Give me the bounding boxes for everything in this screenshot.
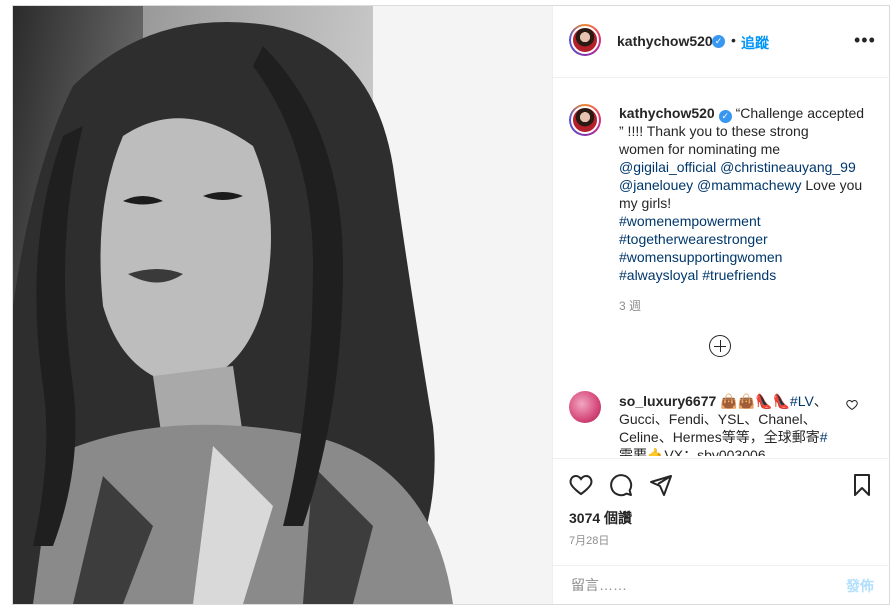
caption-avatar[interactable] bbox=[569, 104, 601, 136]
post-card: kathychow520 ✓ • 追蹤 ••• kathychow520 ✓ “C… bbox=[12, 5, 890, 605]
mention-links[interactable]: @gigilai_official @christineauyang_99 bbox=[619, 159, 856, 175]
caption-text: “Challenge accepted bbox=[731, 105, 865, 121]
caption-text: my girls! bbox=[619, 195, 672, 211]
more-icon[interactable]: ••• bbox=[854, 30, 876, 51]
comment: so_luxury6677 👜👜👠👠#LV、 Gucci、Fendi、YSL、C… bbox=[619, 392, 849, 456]
hashtag-link[interactable]: #womenempowerment bbox=[619, 212, 874, 230]
comment-icon[interactable] bbox=[609, 473, 633, 497]
post-sidebar: kathychow520 ✓ • 追蹤 ••• kathychow520 ✓ “C… bbox=[552, 6, 890, 604]
bookmark-icon[interactable] bbox=[850, 473, 874, 497]
post-photo[interactable] bbox=[13, 6, 552, 604]
add-comment-bar: 發佈 bbox=[553, 565, 890, 606]
post-comment-button[interactable]: 發佈 bbox=[846, 576, 874, 596]
comment-emoji: 👜👜👠👠 bbox=[716, 393, 790, 409]
plus-circle-icon[interactable] bbox=[709, 335, 731, 357]
post-header: kathychow520 ✓ • 追蹤 ••• bbox=[553, 6, 890, 78]
comment-hashtag[interactable]: #LV bbox=[790, 393, 814, 409]
caption-time[interactable]: 3 週 bbox=[619, 297, 641, 314]
comment-hashtag[interactable]: # bbox=[820, 429, 828, 445]
comment-text: 、 bbox=[813, 393, 828, 409]
hashtag-link[interactable]: #alwaysloyal #truefriends bbox=[619, 266, 874, 284]
comment-text: Gucci、Fendi、YSL、Chanel、 bbox=[619, 411, 817, 427]
post-actions: 3074 個讚 7月28日 發佈 bbox=[553, 458, 890, 605]
username-link[interactable]: kathychow520 bbox=[617, 33, 713, 49]
separator-dot: • bbox=[731, 32, 736, 48]
post-date[interactable]: 7月28日 bbox=[569, 532, 609, 548]
share-icon[interactable] bbox=[649, 473, 673, 497]
hashtag-link[interactable]: #womensupportingwomen bbox=[619, 248, 874, 266]
caption-username[interactable]: kathychow520 bbox=[619, 105, 715, 121]
portrait-image bbox=[13, 6, 552, 604]
comment-text: Celine、Hermes等等，全球郵寄 bbox=[619, 429, 820, 445]
comment-text: 需要🤙VX：sby003006 bbox=[619, 447, 766, 456]
mention-links[interactable]: @janelouey @mammachewy bbox=[619, 177, 802, 193]
caption: kathychow520 ✓ “Challenge accepted ” !!!!… bbox=[619, 104, 874, 284]
caption-text: Love you bbox=[801, 177, 863, 193]
avatar[interactable] bbox=[569, 24, 601, 56]
hashtag-link[interactable]: #togetherwearestronger bbox=[619, 230, 874, 248]
comment-avatar[interactable] bbox=[569, 391, 601, 423]
caption-text: women for nominating me bbox=[619, 141, 781, 157]
caption-text: ” !!!! Thank you to these strong bbox=[619, 123, 809, 139]
follow-button[interactable]: 追蹤 bbox=[741, 33, 769, 53]
heart-icon[interactable] bbox=[569, 473, 593, 497]
comment-username[interactable]: so_luxury6677 bbox=[619, 393, 716, 409]
comment-input[interactable] bbox=[569, 576, 823, 594]
verified-icon: ✓ bbox=[712, 35, 725, 48]
likes-count[interactable]: 3074 個讚 bbox=[569, 508, 632, 528]
heart-icon[interactable] bbox=[846, 399, 858, 411]
verified-icon: ✓ bbox=[718, 110, 732, 123]
